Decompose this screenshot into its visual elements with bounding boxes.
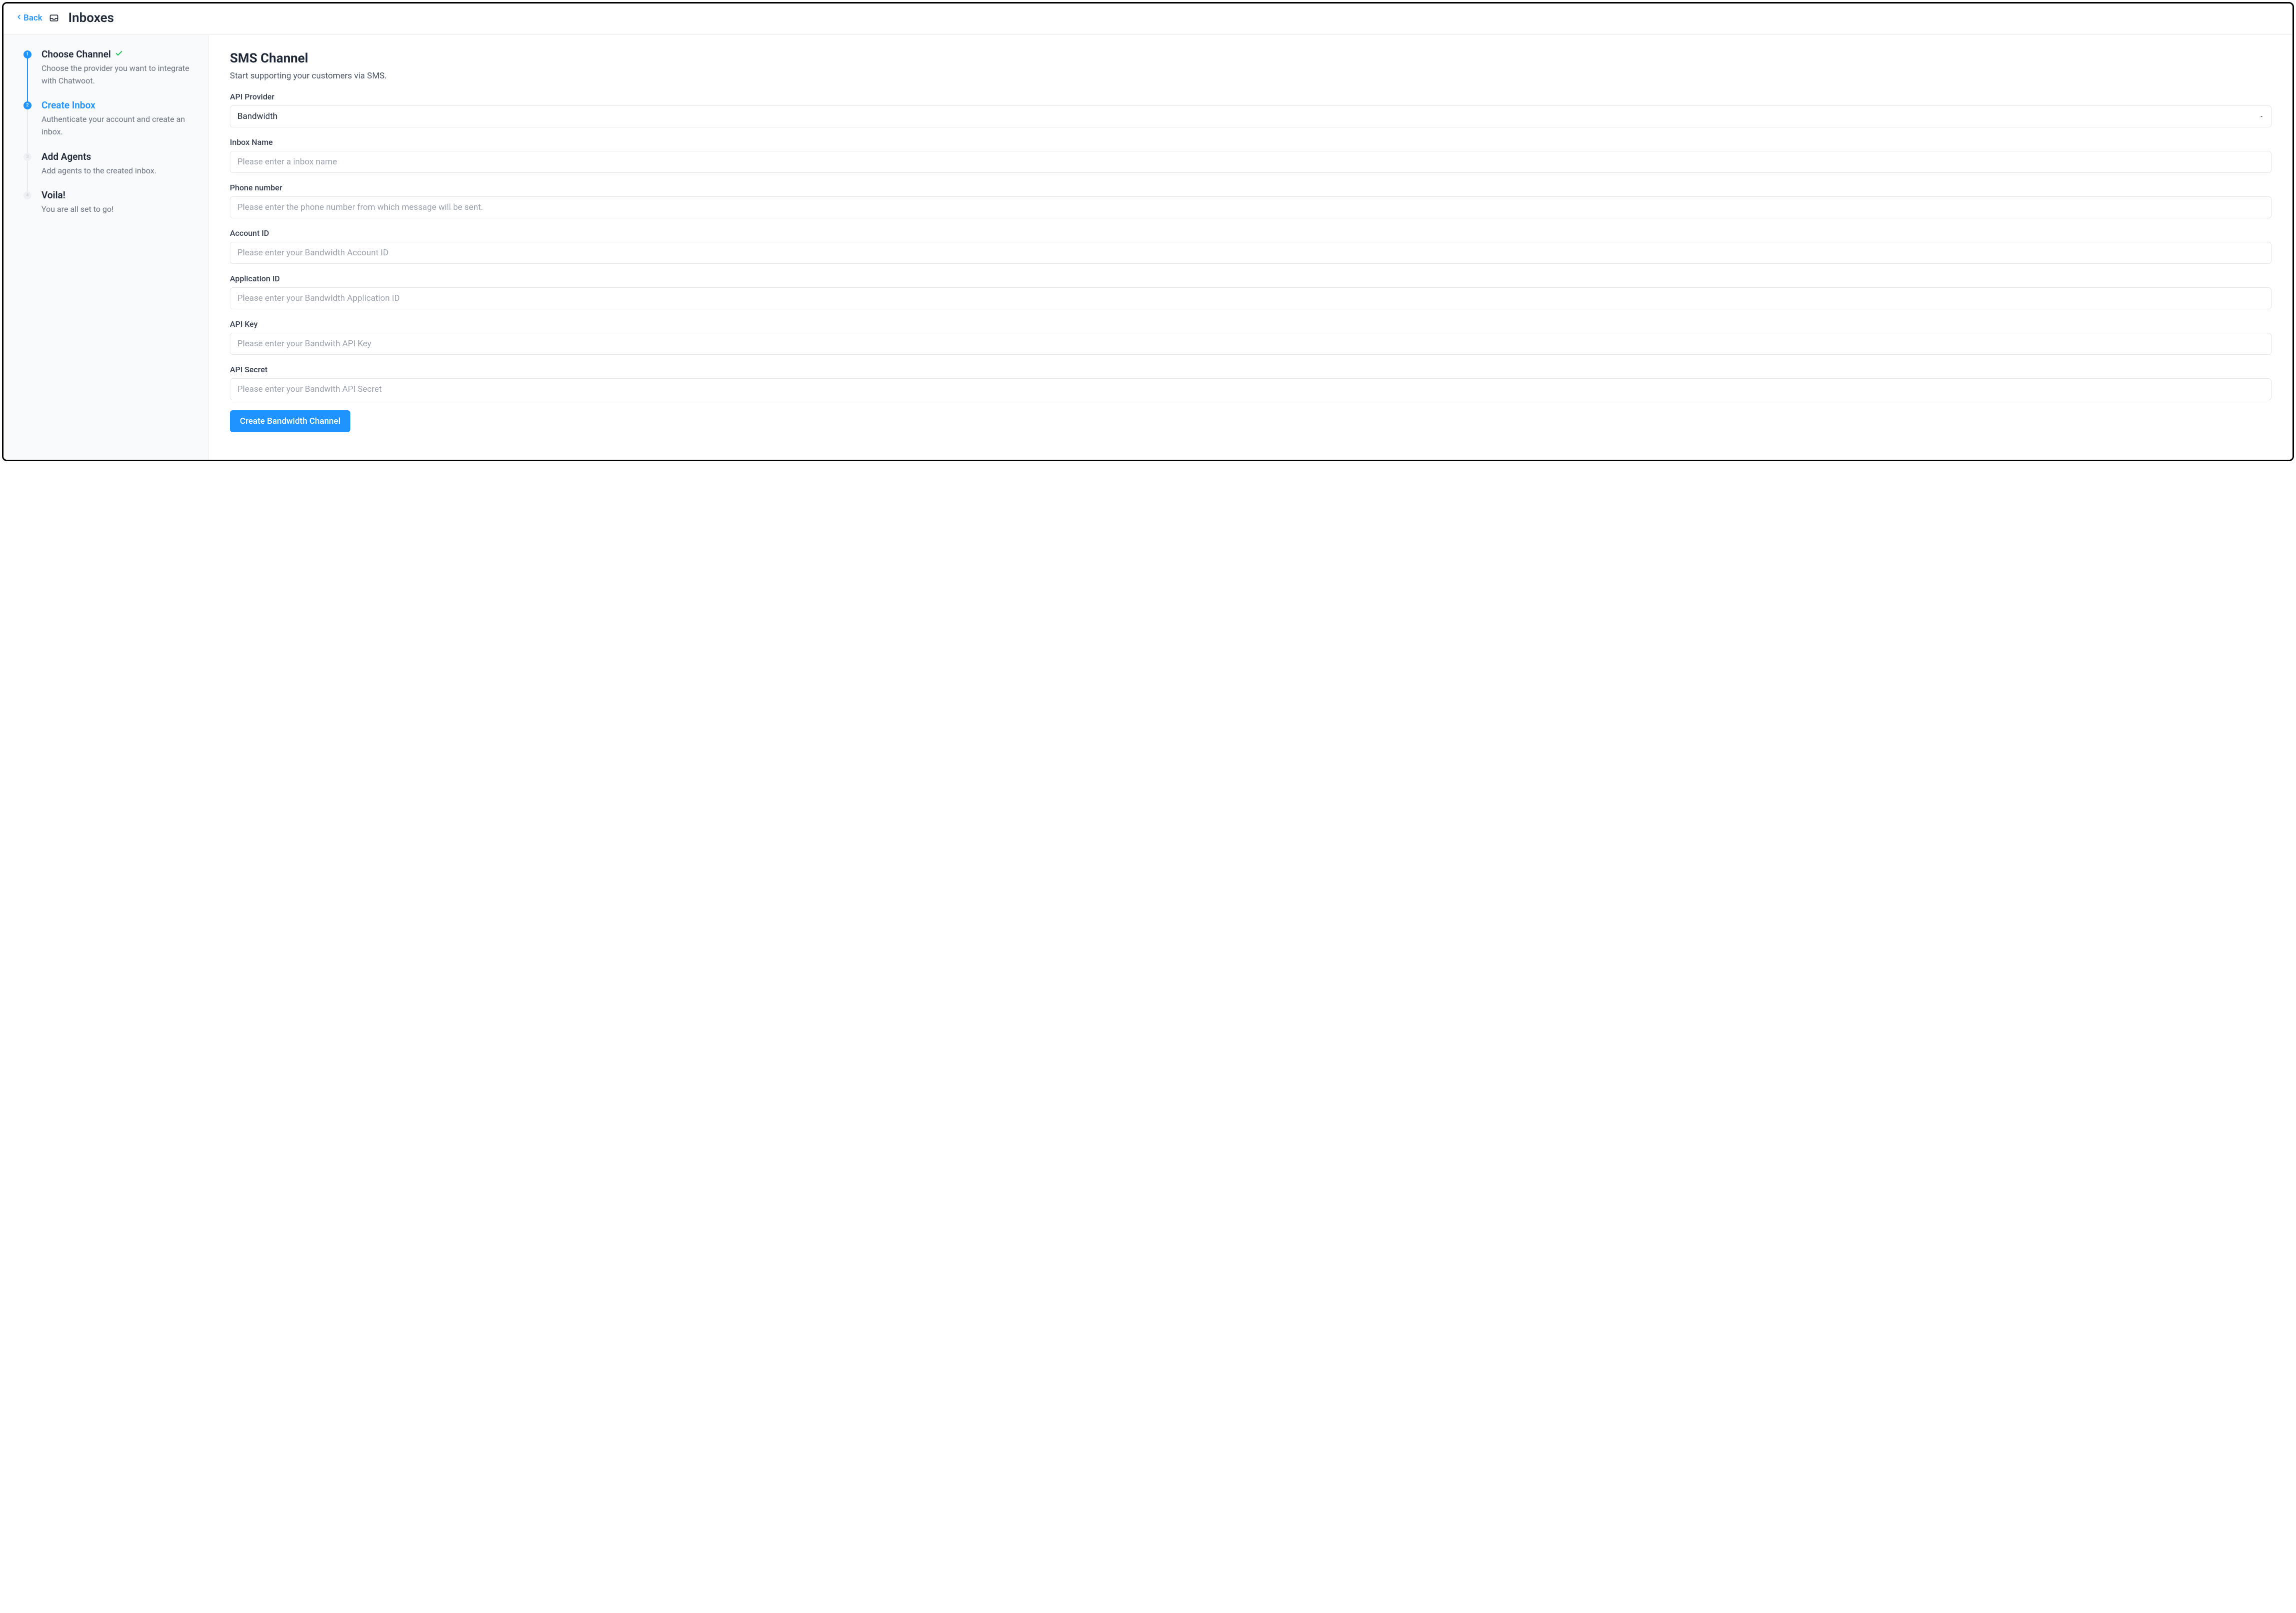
step-create-inbox: 2 Create Inbox Authenticate your account… bbox=[23, 100, 197, 138]
back-link[interactable]: Back bbox=[15, 13, 42, 23]
step-title-text: Choose Channel bbox=[41, 49, 111, 60]
step-connector bbox=[27, 160, 28, 192]
inbox-icon bbox=[48, 12, 59, 23]
step-desc: Authenticate your account and create an … bbox=[41, 113, 197, 138]
api-key-input[interactable] bbox=[230, 333, 2272, 355]
phone-number-input[interactable] bbox=[230, 196, 2272, 218]
api-provider-label: API Provider bbox=[230, 92, 2272, 101]
chevron-left-icon bbox=[15, 13, 22, 23]
step-desc: Add agents to the created inbox. bbox=[41, 165, 197, 177]
account-id-input[interactable] bbox=[230, 242, 2272, 264]
step-desc: You are all set to go! bbox=[41, 203, 197, 216]
application-id-input[interactable] bbox=[230, 287, 2272, 309]
step-add-agents: 3 Add Agents Add agents to the created i… bbox=[23, 151, 197, 177]
step-connector bbox=[27, 58, 28, 102]
step-title: Voila! bbox=[41, 190, 197, 201]
page-title: Inboxes bbox=[68, 10, 114, 25]
inbox-name-input[interactable] bbox=[230, 151, 2272, 173]
api-provider-select[interactable]: Bandwidth bbox=[230, 105, 2272, 127]
step-title: Create Inbox bbox=[41, 100, 197, 111]
api-key-label: API Key bbox=[230, 319, 2272, 329]
back-label: Back bbox=[23, 13, 42, 23]
application-id-label: Application ID bbox=[230, 274, 2272, 283]
phone-number-label: Phone number bbox=[230, 183, 2272, 192]
step-voila: 4 Voila! You are all set to go! bbox=[23, 190, 197, 216]
account-id-label: Account ID bbox=[230, 228, 2272, 238]
step-choose-channel: 1 Choose Channel Choose the provider you… bbox=[23, 49, 197, 87]
page-header: Back Inboxes bbox=[3, 3, 2293, 35]
api-secret-input[interactable] bbox=[230, 378, 2272, 400]
create-channel-button[interactable]: Create Bandwidth Channel bbox=[230, 410, 350, 432]
step-title: Add Agents bbox=[41, 151, 197, 163]
step-number-badge: 2 bbox=[23, 101, 31, 109]
inbox-name-label: Inbox Name bbox=[230, 137, 2272, 147]
step-desc: Choose the provider you want to integrat… bbox=[41, 62, 197, 87]
api-secret-label: API Secret bbox=[230, 365, 2272, 374]
setup-stepper: 1 Choose Channel Choose the provider you… bbox=[3, 35, 208, 460]
form-card: SMS Channel Start supporting your custom… bbox=[208, 35, 2293, 460]
step-number-badge: 1 bbox=[23, 50, 31, 58]
step-connector bbox=[27, 109, 28, 153]
check-icon bbox=[115, 49, 123, 60]
form-title: SMS Channel bbox=[230, 51, 2272, 66]
step-title: Choose Channel bbox=[41, 49, 197, 60]
step-number-badge: 4 bbox=[23, 191, 31, 199]
step-number-badge: 3 bbox=[23, 153, 31, 161]
form-subtitle: Start supporting your customers via SMS. bbox=[230, 71, 2272, 81]
